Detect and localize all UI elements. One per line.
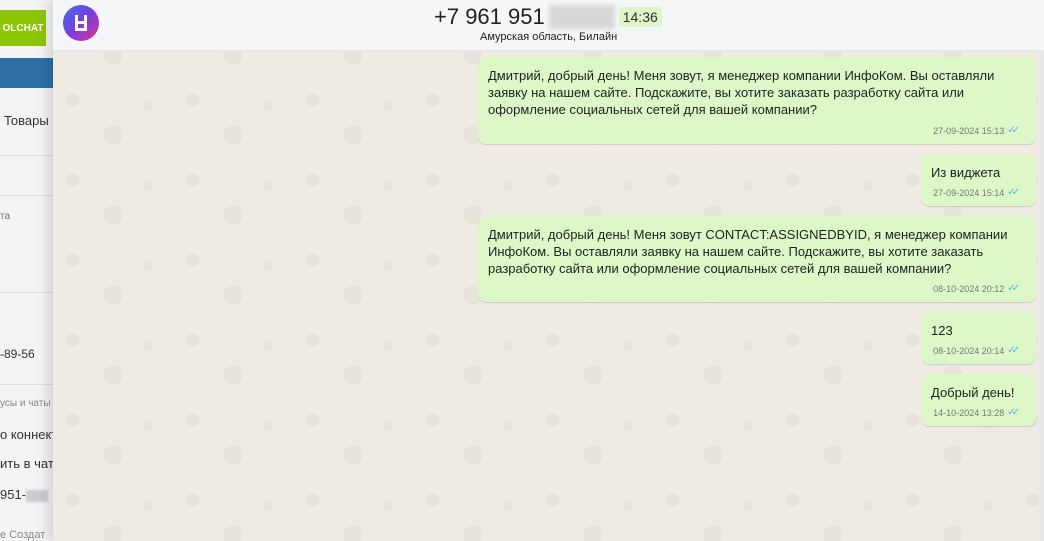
double-check-icon: ✓✓ (1007, 187, 1020, 198)
double-check-icon: ✓✓ (1007, 407, 1020, 418)
message-text: Дмитрий, добрый день! Меня зовут, я мене… (488, 68, 995, 117)
chat-window: +7 961 951 14:36 Амурская область, Билай… (53, 0, 1044, 541)
crm-side-panel: OLCHAT Товары та -89-56 усы и чаты о кон… (0, 0, 54, 541)
message-meta: 14-10-2024 13:28 ✓✓ (933, 407, 1020, 418)
local-time-badge: 14:36 (618, 7, 662, 27)
message-bubble: Дмитрий, добрый день! Меня зовут, я мене… (478, 57, 1036, 144)
section-label: усы и чаты (0, 398, 51, 409)
phone-number-fragment: 951- (0, 487, 49, 502)
message-meta: 27-09-2024 15:13 ✓✓ (933, 125, 1020, 136)
double-check-icon: ✓✓ (1007, 283, 1020, 294)
open-chat-link[interactable]: ить в чат (0, 456, 53, 471)
tab-products[interactable]: Товары (4, 113, 49, 128)
message-meta: 08-10-2024 20:12 ✓✓ (933, 283, 1020, 294)
hidden-phone-digits (548, 5, 615, 29)
message-bubble: Из виджета 27-09-2024 15:14 ✓✓ (921, 154, 1036, 206)
double-check-icon: ✓✓ (1007, 345, 1020, 356)
message-meta: 08-10-2024 20:14 ✓✓ (933, 345, 1020, 356)
create-link[interactable]: е Создат (0, 529, 45, 541)
message-bubble: Добрый день! 14-10-2024 13:28 ✓✓ (921, 374, 1036, 426)
crm-top-bar (0, 58, 53, 88)
chat-header: +7 961 951 14:36 Амурская область, Билай… (53, 0, 1044, 51)
hidden-digits (26, 489, 49, 502)
connector-link[interactable]: о коннекто (0, 427, 53, 442)
app-logo-icon (63, 5, 99, 41)
chat-scrollbar[interactable] (1038, 50, 1044, 541)
message-time: 14-10-2024 13:28 (933, 407, 1005, 418)
contact-region: Амурская область, Билайн (480, 31, 618, 43)
divider (0, 155, 53, 156)
double-check-icon: ✓✓ (1007, 125, 1020, 136)
message-time: 27-09-2024 15:13 (933, 125, 1005, 136)
message-time: 08-10-2024 20:14 (933, 345, 1005, 356)
brand-label: OLCHAT (2, 22, 44, 34)
divider (0, 292, 53, 293)
divider (0, 195, 53, 196)
contact-phone-row: +7 961 951 14:36 (434, 4, 662, 29)
message-bubble: 123 08-10-2024 20:14 ✓✓ (921, 312, 1036, 364)
brand-button[interactable]: OLCHAT (0, 10, 46, 46)
field-label-fragment: та (0, 211, 11, 222)
message-text: Из виджета (931, 165, 1001, 180)
message-time: 27-09-2024 15:14 (933, 187, 1005, 198)
phone-fragment: -89-56 (0, 347, 35, 361)
message-text: Добрый день! (931, 385, 1015, 400)
message-text: Дмитрий, добрый день! Меня зовут CONTACT… (488, 227, 1008, 276)
message-bubble: Дмитрий, добрый день! Меня зовут CONTACT… (478, 216, 1036, 302)
message-time: 08-10-2024 20:12 (933, 283, 1005, 294)
message-meta: 27-09-2024 15:14 ✓✓ (933, 187, 1020, 198)
message-text: 123 (931, 323, 953, 338)
contact-phone: +7 961 951 (434, 4, 545, 29)
divider (0, 384, 53, 385)
